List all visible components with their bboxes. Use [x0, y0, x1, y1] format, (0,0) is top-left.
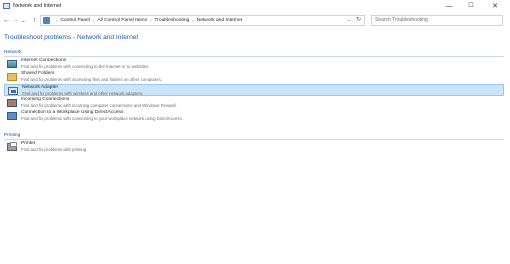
up-arrow-icon[interactable]: ↑ [30, 14, 39, 28]
recent-locations-chevron-icon[interactable]: ⌄ [20, 14, 27, 28]
address-dropdown-icon[interactable]: ⌄ [347, 16, 351, 25]
troubleshooter-printer[interactable]: Printer Find and fix problems with print… [4, 141, 504, 154]
breadcrumb-troubleshooting[interactable]: Troubleshooting [154, 16, 189, 25]
printing-section: Printing Printer Find and fix problems w… [4, 132, 504, 153]
section-header-label: Network [4, 50, 22, 55]
breadcrumb-all-items[interactable]: All Control Panel Items [97, 16, 147, 25]
item-description: Find and fix problems with connecting to… [21, 115, 183, 121]
incoming-connections-icon [7, 98, 17, 107]
network-adapter-icon [8, 86, 18, 95]
close-button[interactable]: ✕ [484, 0, 506, 13]
page-title: Troubleshoot problems - Network and Inte… [4, 34, 139, 41]
control-panel-icon [43, 17, 50, 24]
printer-icon [7, 141, 17, 151]
section-header-network: Network [4, 49, 504, 57]
window-title: Network and Internet [13, 3, 62, 9]
troubleshooter-shared-folders[interactable]: Shared Folders Find and fix problems wit… [4, 71, 504, 84]
shared-folders-icon [7, 72, 17, 81]
item-description: Find and fix problems with accessing fil… [21, 76, 162, 82]
breadcrumb: › Control Panel › All Control Panel Item… [53, 16, 242, 25]
network-window-icon [3, 3, 10, 9]
refresh-icon[interactable]: ↻ [356, 16, 361, 25]
item-description: Find and fix problems with incoming comp… [21, 102, 177, 108]
breadcrumb-network-and-internet[interactable]: Network and Internet [197, 16, 242, 25]
minimize-button[interactable]: — [438, 0, 460, 13]
section-header-printing: Printing [4, 132, 504, 140]
item-description: Find and fix problems with printing [21, 146, 87, 152]
breadcrumb-control-panel[interactable]: Control Panel [60, 16, 90, 25]
navigation-bar: ← → ⌄ ↑ › Control Panel › All Control Pa… [0, 14, 510, 28]
title-bar: Network and Internet — ☐ ✕ [0, 0, 510, 13]
back-arrow-icon[interactable]: ← [2, 14, 11, 28]
breadcrumb-separator[interactable]: › [192, 16, 193, 25]
breadcrumb-separator: › [56, 18, 58, 23]
troubleshooter-internet-connections[interactable]: Internet Connections Find and fix proble… [4, 58, 504, 71]
forward-arrow-icon[interactable]: → [11, 14, 20, 28]
network-section: Network Internet Connections Find and fi… [4, 49, 504, 122]
breadcrumb-separator[interactable]: › [150, 16, 151, 25]
search-placeholder: Search Troubleshooting [375, 17, 428, 23]
search-input[interactable]: Search Troubleshooting [371, 15, 503, 26]
internet-connections-icon [7, 59, 17, 68]
section-header-label: Printing [4, 133, 21, 138]
breadcrumb-separator[interactable]: › [93, 16, 94, 25]
item-description: Find and fix problems with wireless and … [22, 90, 144, 96]
troubleshooter-directaccess[interactable]: Connection to a Workplace Using DirectAc… [4, 110, 504, 123]
troubleshooter-incoming-connections[interactable]: Incoming Connections Find and fix proble… [4, 97, 504, 110]
address-bar[interactable]: › Control Panel › All Control Panel Item… [40, 15, 365, 26]
troubleshooter-network-adapter[interactable]: Network Adapter Find and fix problems wi… [4, 83, 504, 96]
directaccess-icon [7, 111, 17, 120]
maximize-button[interactable]: ☐ [460, 0, 482, 13]
item-description: Find and fix problems with connecting to… [21, 63, 150, 69]
